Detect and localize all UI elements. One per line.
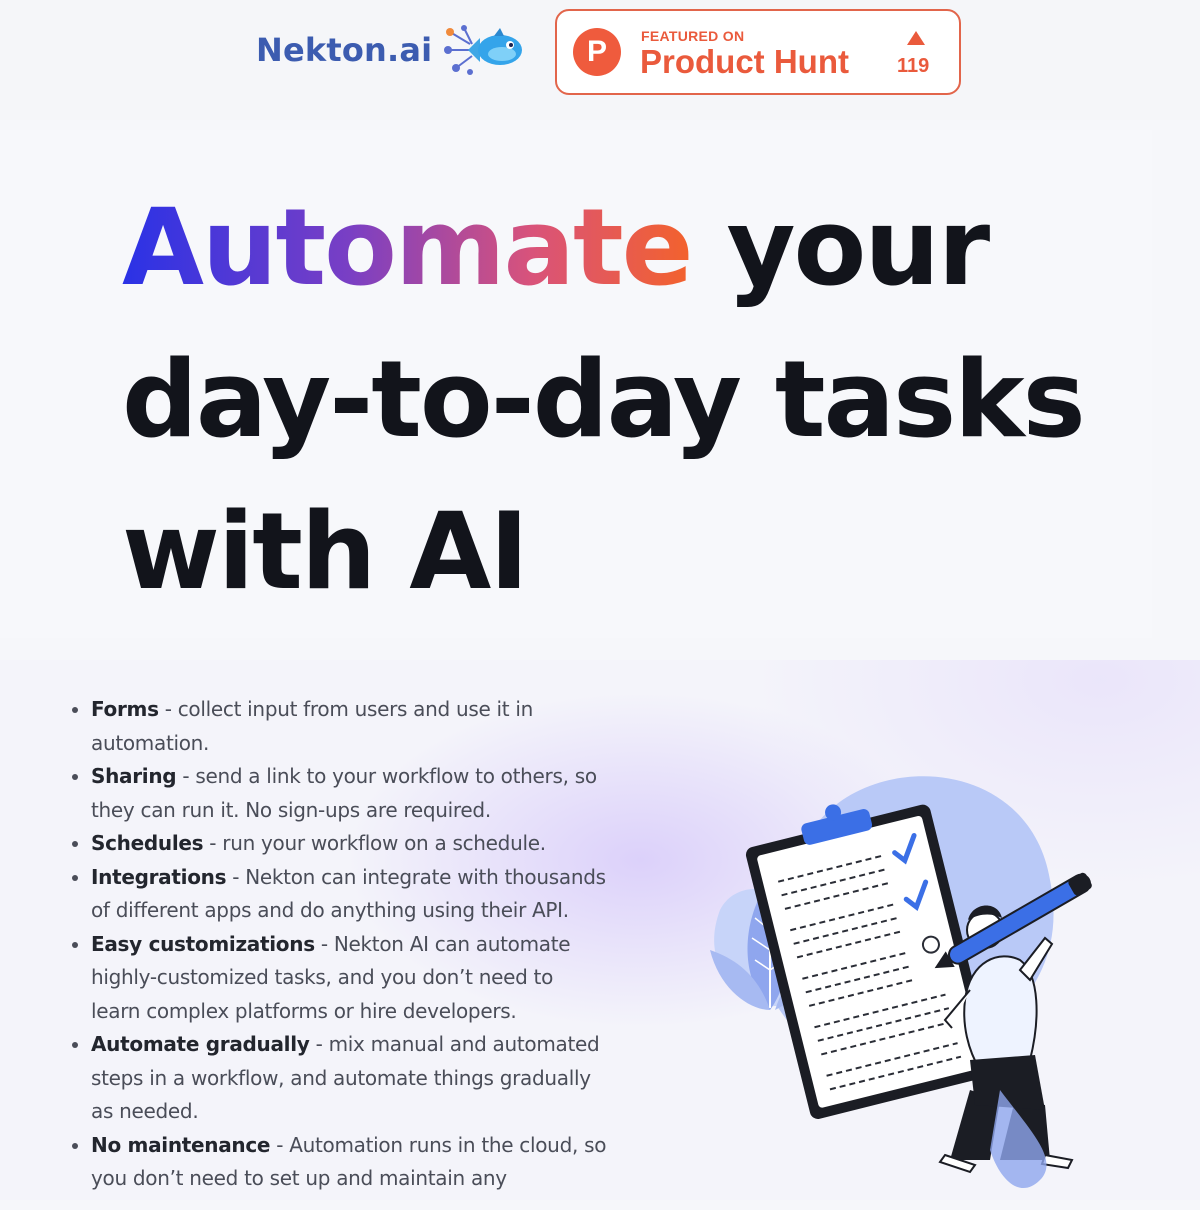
- feature-desc: - run your workflow on a schedule.: [203, 831, 546, 855]
- feature-title: No maintenance: [91, 1132, 271, 1157]
- nekton-logo-link[interactable]: Nekton.ai: [256, 22, 526, 78]
- hero-title-line1-rest: your: [691, 186, 990, 309]
- product-hunt-p-icon: P: [573, 28, 621, 76]
- feature-item-forms: Forms - collect input from users and use…: [91, 693, 608, 760]
- hero-title-highlight: Automate: [122, 186, 694, 309]
- product-hunt-badge[interactable]: P FEATURED ON Product Hunt 119: [555, 9, 961, 95]
- hero-title-line2: day-to-day tasks: [122, 338, 1086, 461]
- feature-item-automate-gradually: Automate gradually - mix manual and auto…: [91, 1028, 608, 1129]
- feature-item-sharing: Sharing - send a link to your workflow t…: [91, 760, 608, 827]
- feature-list: Forms - collect input from users and use…: [68, 693, 608, 1196]
- badge-vote-count: 119: [897, 55, 930, 77]
- hero-section: Automate your day-to-day tasks with AI: [0, 130, 1152, 638]
- logo-text: Nekton.ai: [256, 31, 433, 69]
- hero-title-line3: with AI: [122, 490, 529, 613]
- upvote-triangle-icon: [907, 31, 925, 45]
- feature-item-integrations: Integrations - Nekton can integrate with…: [91, 861, 608, 928]
- clipboard-person-illustration: [710, 776, 1092, 1189]
- feature-item-schedules: Schedules - run your workflow on a sched…: [91, 827, 608, 861]
- feature-title: Sharing: [91, 764, 177, 788]
- feature-item-no-maintenance: No maintenance - Automation runs in the …: [91, 1129, 608, 1196]
- top-bar: Nekton.ai P FEATURED ON Product Hunt 119: [0, 0, 1200, 120]
- feature-title: Easy customizations: [91, 931, 315, 956]
- fish-network-icon: [444, 25, 523, 75]
- badge-featured-label: FEATURED ON: [641, 28, 745, 44]
- feature-item-easy-customizations: Easy customizations - Nekton AI can auto…: [91, 928, 608, 1029]
- feature-title: Automate gradually: [91, 1032, 310, 1056]
- features-section: Forms - collect input from users and use…: [0, 660, 1200, 1200]
- hero-title: Automate your day-to-day tasks with AI: [122, 172, 1086, 628]
- feature-title: Integrations: [91, 864, 227, 889]
- badge-product-name: Product Hunt: [640, 43, 849, 80]
- feature-title: Schedules: [91, 831, 204, 855]
- feature-title: Forms: [91, 697, 159, 721]
